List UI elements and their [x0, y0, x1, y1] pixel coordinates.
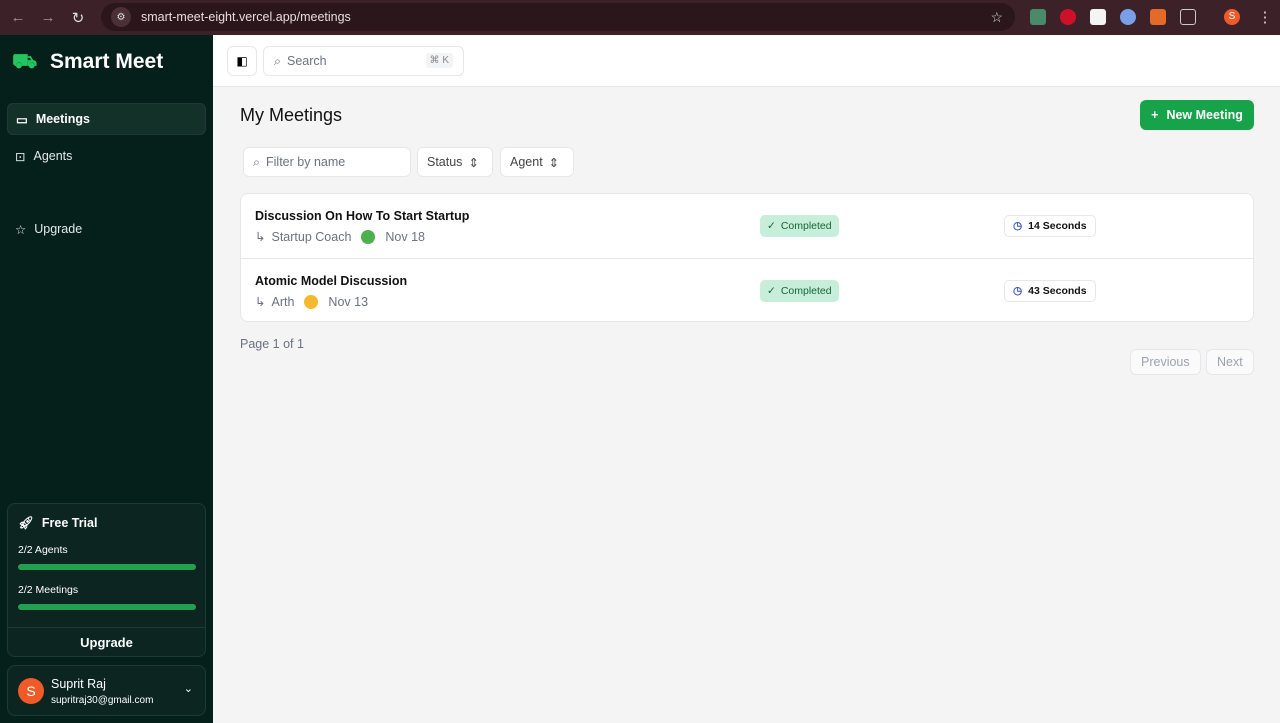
- meeting-name: Atomic Model Discussion: [255, 274, 408, 288]
- meeting-date: Nov 13: [328, 294, 369, 309]
- new-meeting-label: New Meeting: [1166, 108, 1243, 122]
- free-trial-card: 🚀︎ Free Trial 2/2 Agents 2/2 Meetings Upg…: [7, 503, 206, 657]
- page-indicator: Page 1 of 1: [240, 337, 304, 351]
- trial-title: Free Trial: [41, 516, 98, 530]
- browser-chrome: ← → ↻ ⚙ smart-meet-eight.vercel.app/meet…: [0, 0, 1280, 35]
- clock-icon: ◷: [1013, 285, 1023, 297]
- agents-usage-label: 2/2 Agents: [18, 544, 68, 556]
- url-text: smart-meet-eight.vercel.app/meetings: [141, 10, 351, 24]
- duration-badge: ◷ 43 Seconds: [1004, 280, 1096, 302]
- top-bar: ◧ ⌕ Search ⌘ K: [213, 35, 1280, 87]
- sidebar-toggle-button[interactable]: ◧: [227, 46, 257, 76]
- meetings-table: Discussion On How To Start Startup ↳ Star…: [240, 193, 1254, 322]
- status-filter[interactable]: Status ⇕: [417, 147, 493, 177]
- shortcut-hint: ⌘ K: [425, 53, 453, 68]
- forward-icon[interactable]: →: [33, 9, 63, 26]
- sidebar-item-label: Agents: [33, 149, 73, 163]
- agent-avatar: [361, 229, 376, 244]
- user-email: supritraj30@gmail.com: [51, 695, 154, 706]
- extension-icon[interactable]: [1120, 9, 1136, 25]
- avatar: S: [18, 678, 44, 704]
- profile-avatar[interactable]: S: [1224, 9, 1240, 25]
- page-title: My Meetings: [240, 105, 343, 125]
- address-bar[interactable]: ⚙ smart-meet-eight.vercel.app/meetings ☆: [101, 3, 1015, 31]
- status-text: Completed: [780, 285, 832, 297]
- plus-icon: +: [1151, 108, 1159, 122]
- user-menu[interactable]: S Suprit Raj supritraj30@gmail.com ⌄: [7, 665, 206, 716]
- previous-button[interactable]: Previous: [1130, 349, 1201, 375]
- filter-by-name-input[interactable]: ⌕ Filter by name: [243, 147, 411, 177]
- status-badge: ✓ Completed: [760, 215, 839, 237]
- bookmark-star-icon[interactable]: ☆: [990, 9, 1003, 26]
- clock-icon: ◷: [1013, 220, 1023, 232]
- status-badge: ✓ Completed: [760, 280, 839, 302]
- extension-icon[interactable]: [1060, 9, 1076, 25]
- duration-text: 43 Seconds: [1028, 285, 1087, 297]
- sidebar-item-agents[interactable]: ⊡ Agents: [7, 140, 206, 172]
- search-icon: ⌕: [274, 53, 282, 68]
- menu-icon[interactable]: ⋮: [1250, 8, 1280, 26]
- site-settings-icon[interactable]: ⚙: [111, 7, 131, 27]
- extension-icon[interactable]: [1150, 9, 1166, 25]
- agents-progress-bar: [18, 564, 196, 570]
- star-icon: ☆: [15, 222, 27, 237]
- agent-filter[interactable]: Agent ⇕: [500, 147, 574, 177]
- check-circle-icon: ✓: [767, 285, 776, 297]
- user-name: Suprit Raj: [51, 677, 106, 691]
- duration-badge: ◷ 14 Seconds: [1004, 215, 1096, 237]
- sidebar-item-upgrade[interactable]: ☆ Upgrade: [7, 213, 206, 245]
- extension-icon[interactable]: [1090, 9, 1106, 25]
- status-filter-label: Status: [427, 155, 463, 169]
- search-placeholder: Search: [287, 54, 327, 68]
- video-icon: ▭: [16, 112, 28, 127]
- meeting-date: Nov 18: [385, 229, 426, 244]
- logo[interactable]: ⛟ Smart Meet: [12, 50, 163, 74]
- sidebar-item-meetings[interactable]: ▭ Meetings: [7, 103, 206, 135]
- filter-placeholder: Filter by name: [266, 155, 346, 169]
- chevron-down-icon: ⌄: [183, 683, 193, 695]
- sidebar-item-label: Meetings: [35, 112, 90, 126]
- sidebar-item-label: Upgrade: [34, 222, 83, 236]
- meetings-usage-label: 2/2 Meetings: [18, 584, 79, 596]
- puzzle-icon[interactable]: [1180, 9, 1196, 25]
- duration-text: 14 Seconds: [1028, 220, 1087, 232]
- corner-down-right-icon: ↳: [255, 230, 266, 244]
- meetings-progress-bar: [18, 604, 196, 610]
- table-row[interactable]: Discussion On How To Start Startup ↳ Star…: [241, 194, 1253, 258]
- corner-down-right-icon: ↳: [255, 295, 266, 309]
- agent-filter-label: Agent: [510, 155, 543, 169]
- search-icon: ⌕: [253, 154, 261, 169]
- status-text: Completed: [780, 220, 832, 232]
- rocket-icon: 🚀︎: [18, 516, 34, 530]
- search-button[interactable]: ⌕ Search ⌘ K: [263, 46, 464, 76]
- app-name: Smart Meet: [50, 50, 164, 73]
- chevron-up-down-icon: ⇕: [468, 155, 479, 170]
- chevron-up-down-icon: ⇕: [548, 155, 560, 170]
- upgrade-button[interactable]: Upgrade: [8, 627, 205, 657]
- meeting-name: Discussion On How To Start Startup: [255, 209, 470, 223]
- table-row[interactable]: Atomic Model Discussion ↳ Arth Nov 13 ✓ Com…: [241, 258, 1253, 322]
- extension-icon[interactable]: [1030, 9, 1046, 25]
- agent-avatar: [304, 294, 319, 309]
- next-button[interactable]: Next: [1206, 349, 1254, 375]
- logo-icon: ⛟: [12, 51, 38, 73]
- back-icon[interactable]: ←: [3, 9, 33, 26]
- agent-name: Startup Coach: [271, 229, 352, 244]
- reload-icon[interactable]: ↻: [63, 9, 93, 27]
- new-meeting-button[interactable]: + New Meeting: [1140, 100, 1254, 130]
- sidebar: ⛟ Smart Meet ▭ Meetings ⊡ Agents ☆ Upgrade …: [0, 35, 213, 723]
- check-circle-icon: ✓: [767, 220, 776, 232]
- bot-icon: ⊡: [15, 149, 26, 164]
- agent-name: Arth: [271, 294, 295, 309]
